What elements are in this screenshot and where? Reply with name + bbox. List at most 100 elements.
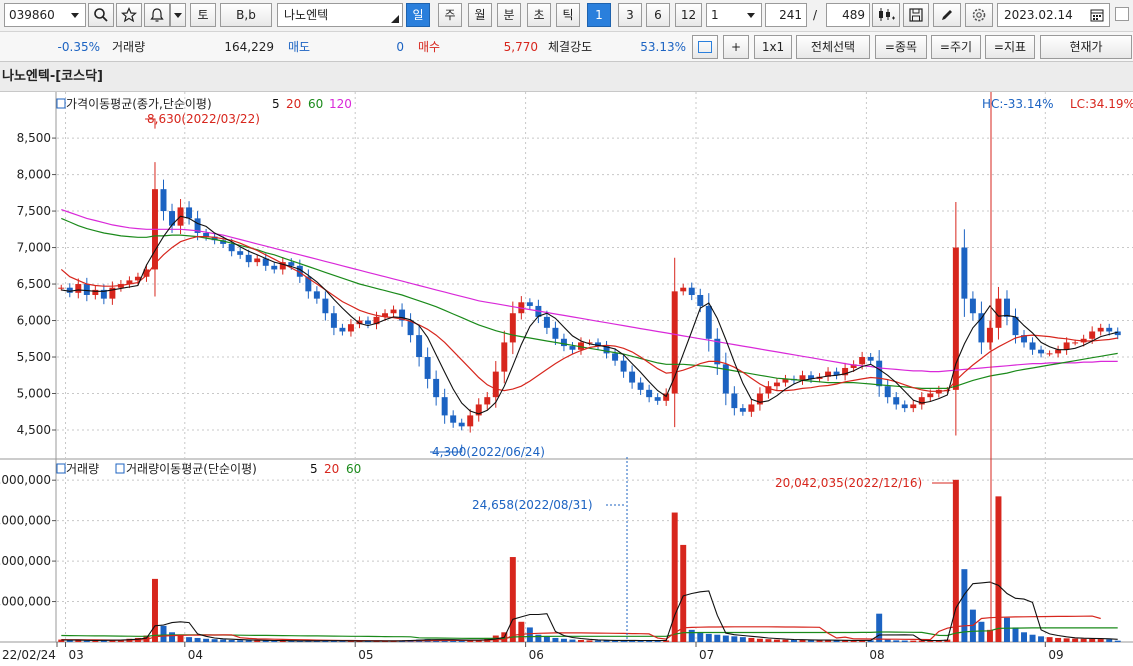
price-legend-ma20: 20 [286,97,301,111]
volume-legend-ma20: 20 [324,462,339,476]
volume-bar [237,640,244,642]
indicator-filter-button[interactable]: =지표 [985,35,1035,59]
period-filter-button[interactable]: =주기 [931,35,981,59]
count-separator: / [813,8,818,22]
toggle-panel-button[interactable] [692,35,718,59]
multiplier-3[interactable]: 3 [618,3,642,27]
volume-bar [595,640,602,642]
tab-second[interactable]: 초 [527,3,551,27]
chart-title-bar: 나노엔텍-[코스닥] [0,62,1133,92]
candle-body [910,404,917,409]
volume-bar [1080,638,1087,642]
volume-bar [722,635,729,642]
multiplier-6[interactable]: 6 [646,3,670,27]
view-count-field[interactable]: 241 [765,3,807,27]
candle-body [322,298,329,314]
alarm-button[interactable] [144,3,170,27]
date-value: 2023.02.14 [1004,8,1073,22]
tab-month[interactable]: 월 [468,3,492,27]
alarm-dropdown[interactable] [170,3,186,27]
volume-bar [1055,637,1062,642]
period-filter-label: =주기 [939,40,973,54]
volume-tick-label: 20,000,000 [0,473,51,487]
buy-label: 매수 [418,40,441,54]
multiplier-label: 1 [595,8,603,22]
candle-body [901,404,908,409]
candle-body [509,313,516,343]
current-price-button[interactable]: 현재가 [1040,35,1132,59]
multiplier-select-value: 1 [711,8,719,22]
candlestick-icon [879,8,895,21]
search-button[interactable] [88,3,114,27]
select-all-button[interactable]: 전체선택 [796,35,870,59]
volume-bar [245,640,252,642]
total-count-field[interactable]: 489 [826,3,870,27]
settings-button[interactable] [965,3,993,27]
ratio-button[interactable]: 1x1 [754,35,792,59]
candle-body [416,335,423,358]
stock-filter-label: =종목 [884,40,918,54]
candle-body [569,346,576,350]
volume-bar [186,637,193,642]
volume-bar [731,636,738,642]
volume-bar [1089,638,1096,642]
candle-body [237,251,244,255]
candle-body [450,415,457,423]
tab-minute[interactable]: 분 [497,3,521,27]
high-price-annotation: 8,630(2022/03/22) [147,112,260,126]
candle-body [75,284,82,293]
volume-bar [1012,627,1019,642]
volume-bar [552,637,559,642]
save-button[interactable] [903,3,929,27]
volume-bar [586,640,593,642]
candle-body [484,397,491,405]
volume-bar [739,637,746,642]
multiplier-1[interactable]: 1 [587,3,611,27]
candle-body [254,258,261,263]
candle-body [969,298,976,314]
candle-body [884,386,891,398]
volume-bar [1072,638,1079,642]
strength-label: 체결강도 [548,40,593,54]
volume-legend-title: 거래량 [66,462,99,476]
strength-value: 53.13% [640,40,686,54]
price-tick-label: 6,000 [17,314,51,328]
tab-label: 초 [533,8,545,22]
candle-body [424,357,431,379]
favorite-button[interactable] [116,3,142,27]
period-button-sat[interactable]: 토 [190,3,216,27]
volume-bar [535,634,542,642]
draw-tool-button[interactable] [933,3,961,27]
chart-type-button[interactable] [872,3,900,27]
multiplier-12[interactable]: 12 [675,3,702,27]
candle-body [859,357,866,365]
add-panel-button[interactable]: + [723,35,749,59]
stock-name-field[interactable]: 나노엔텍 [277,3,403,27]
date-field[interactable]: 2023.02.14 [997,3,1110,27]
stock-filter-button[interactable]: =종목 [875,35,927,59]
tab-day[interactable]: 일 [406,3,430,27]
price-tick-label: 7,000 [17,241,51,255]
tab-week[interactable]: 주 [438,3,462,27]
x-tick-label: 03 [69,648,84,662]
stock-chart[interactable]: 8,500 8,000 7,500 7,000 6,500 6,000 5,500 5,000… [0,92,1133,663]
candle-body [927,393,934,398]
candle-body [330,313,337,328]
tab-tick[interactable]: 틱 [556,3,580,27]
volume-bar [577,639,584,642]
candle-body [705,305,712,339]
plus-label: + [730,40,742,54]
option-checkbox[interactable] [1115,7,1129,21]
multiplier-select[interactable]: 1 [706,3,762,27]
candle-body [637,382,644,390]
period-button-bb[interactable]: B,b [220,3,272,27]
volume-bar [756,638,763,642]
volume-bar [901,640,908,642]
chart-area[interactable]: 8,500 8,000 7,500 7,000 6,500 6,000 5,500 5,000… [0,92,1133,663]
x-tick-label: 04 [188,648,203,662]
candle-body [492,371,499,398]
candle-body [1072,342,1079,344]
volume-bar [194,637,201,642]
stock-code-select[interactable]: 039860 [4,3,86,27]
candle-body [560,338,567,347]
